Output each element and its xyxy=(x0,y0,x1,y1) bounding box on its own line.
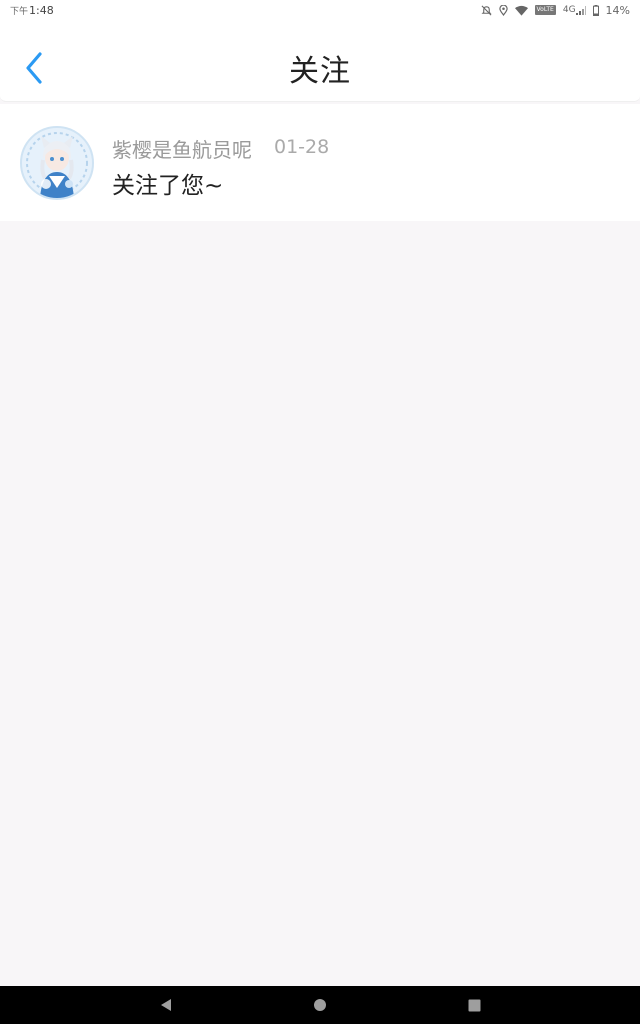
wifi-icon xyxy=(514,5,528,16)
list-item[interactable]: 紫樱是鱼航员呢 01-28 关注了您~ xyxy=(0,104,640,221)
notification-time: 01-28 xyxy=(274,136,330,158)
user-name[interactable]: 紫樱是鱼航员呢 xyxy=(112,134,252,163)
user-avatar[interactable] xyxy=(20,126,94,200)
nav-recents-button[interactable] xyxy=(466,997,482,1013)
nav-back-button[interactable] xyxy=(158,997,174,1013)
status-ampm: 下午 xyxy=(10,6,29,17)
status-clock: 下午 1:48 xyxy=(10,4,54,17)
volte-icon: VoLTE xyxy=(534,5,556,15)
nav-home-button[interactable] xyxy=(312,997,328,1013)
mute-icon xyxy=(481,5,492,16)
notification-list: 紫樱是鱼航员呢 01-28 关注了您~ xyxy=(0,104,640,221)
home-circle-icon xyxy=(314,999,326,1011)
network-type: 4G xyxy=(562,5,576,15)
page-header: 关注 xyxy=(0,20,640,102)
status-time: 1:48 xyxy=(29,3,54,17)
app-screen: 下午 1:48 VoLTE 4G 14% 关注 紫樱是鱼航员呢 01-28 关注… xyxy=(0,0,640,1024)
status-bar: 下午 1:48 VoLTE 4G 14% xyxy=(0,0,640,20)
battery-icon xyxy=(592,4,599,16)
signal-icon: 4G xyxy=(563,5,586,15)
status-icons: VoLTE 4G 14% xyxy=(481,4,630,17)
system-nav-bar xyxy=(0,986,640,1024)
battery-percent: 14% xyxy=(605,3,630,17)
notification-message: 关注了您~ xyxy=(112,173,224,199)
back-triangle-icon xyxy=(161,999,171,1011)
recents-square-icon xyxy=(468,999,480,1011)
location-icon xyxy=(498,4,508,16)
page-title: 关注 xyxy=(289,54,351,89)
